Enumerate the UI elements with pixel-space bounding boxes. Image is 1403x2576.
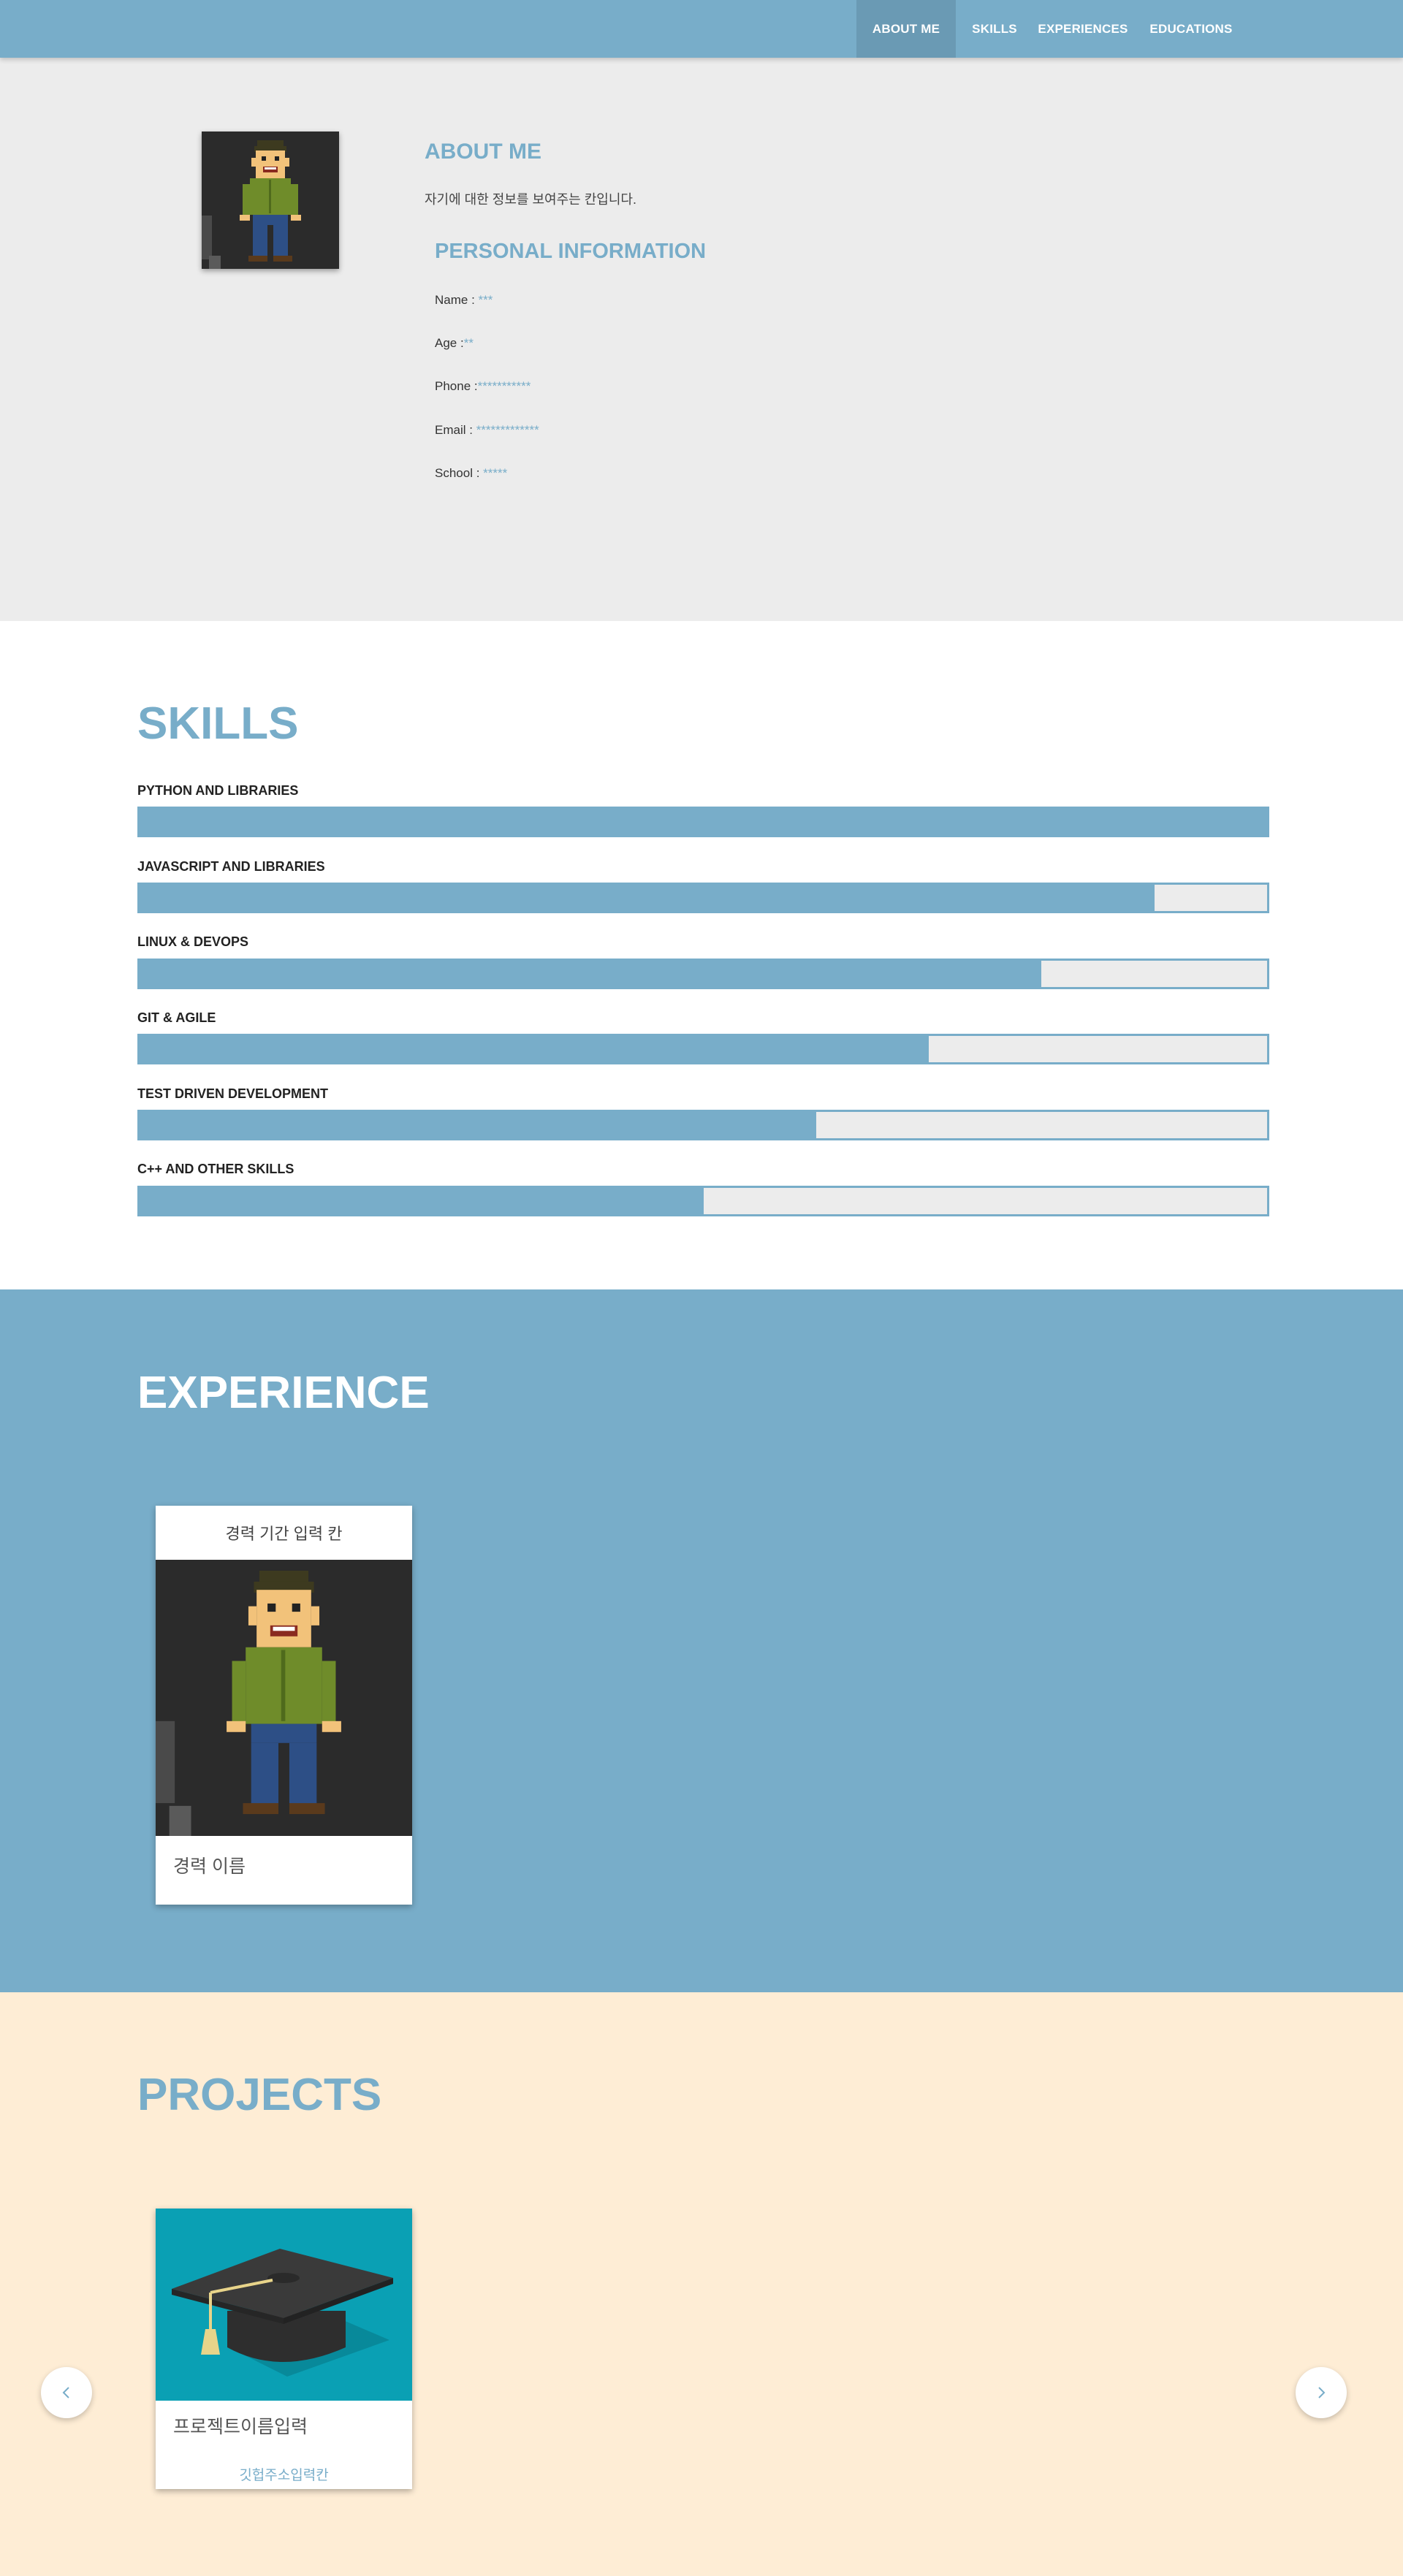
experience-card[interactable]: 경력 기간 입력 칸 경력 이름 xyxy=(156,1506,412,1905)
info-value: ***** xyxy=(483,466,508,480)
info-label: School : xyxy=(435,466,484,480)
experience-period: 경력 기간 입력 칸 xyxy=(225,1525,343,1543)
project-github-link[interactable]: 깃헙주소입력칸 xyxy=(156,2464,412,2484)
skill-progress-fill xyxy=(140,809,1267,835)
chevron-right-icon xyxy=(1318,2387,1326,2398)
skill-label: LINUX & DEVOPS xyxy=(137,934,249,949)
info-school: School : ***** xyxy=(435,466,507,481)
info-phone: Phone :*********** xyxy=(435,379,531,394)
skill-progress-bar xyxy=(137,1186,1269,1216)
experience-title: EXPERIENCE xyxy=(137,1368,430,1418)
skill-progress-bar xyxy=(137,883,1269,913)
about-title: ABOUT ME xyxy=(425,140,541,164)
skill-progress-bar xyxy=(137,959,1269,989)
skill-progress-bar xyxy=(137,1034,1269,1064)
nav-menu: ABOUT ME SKILLS EXPERIENCES EDUCATIONS xyxy=(856,0,1250,58)
skill-label: GIT & AGILE xyxy=(137,1010,216,1025)
project-card[interactable]: 프로젝트이름입력 깃헙주소입력칸 xyxy=(156,2209,412,2489)
experience-name: 경력 이름 xyxy=(173,1856,246,1877)
project-name: 프로젝트이름입력 xyxy=(173,2417,308,2437)
skill-progress-fill xyxy=(140,961,1042,987)
skill-label: TEST DRIVEN DEVELOPMENT xyxy=(137,1086,329,1101)
info-email: Email : ************* xyxy=(435,423,539,438)
profile-avatar xyxy=(202,132,339,269)
info-label: Email : xyxy=(435,423,476,437)
info-label: Age : xyxy=(435,336,464,350)
top-navbar: ABOUT ME SKILLS EXPERIENCES EDUCATIONS xyxy=(0,0,1403,58)
nav-item-about-me[interactable]: ABOUT ME xyxy=(856,0,956,58)
skills-title: SKILLS xyxy=(137,698,299,749)
info-label: Phone : xyxy=(435,379,478,393)
chevron-left-icon xyxy=(62,2387,69,2398)
skill-progress-fill xyxy=(140,1112,816,1138)
info-age: Age :** xyxy=(435,336,474,351)
carousel-next-button[interactable] xyxy=(1296,2367,1347,2418)
nav-item-experiences[interactable]: EXPERIENCES xyxy=(1033,0,1133,58)
skill-progress-bar xyxy=(137,1110,1269,1140)
info-name: Name : *** xyxy=(435,293,493,308)
experience-image xyxy=(156,1560,412,1836)
skill-progress-fill xyxy=(140,885,1155,911)
skills-section: SKILLS PYTHON AND LIBRARIES JAVASCRIPT A… xyxy=(0,621,1403,1289)
skill-label: JAVASCRIPT AND LIBRARIES xyxy=(137,859,325,874)
projects-title: PROJECTS xyxy=(137,2070,382,2120)
info-value: *********** xyxy=(477,379,531,393)
carousel-prev-button[interactable] xyxy=(41,2367,92,2418)
skill-progress-fill xyxy=(140,1036,929,1062)
experience-section: EXPERIENCE 경력 기간 입력 칸 경력 이름 xyxy=(0,1289,1403,1992)
about-section: ABOUT ME 자기에 대한 정보를 보여주는 칸입니다. PERSONAL … xyxy=(0,58,1403,621)
nav-item-skills[interactable]: SKILLS xyxy=(956,0,1033,58)
info-value: *** xyxy=(478,293,493,307)
personal-information-title: PERSONAL INFORMATION xyxy=(435,240,707,263)
pixel-character-image xyxy=(202,132,339,269)
info-value: ** xyxy=(463,336,474,350)
info-label: Name : xyxy=(435,293,479,307)
nav-item-educations[interactable]: EDUCATIONS xyxy=(1133,0,1250,58)
skill-label: PYTHON AND LIBRARIES xyxy=(137,783,299,798)
skill-progress-fill xyxy=(140,1188,704,1214)
about-description: 자기에 대한 정보를 보여주는 칸입니다. xyxy=(425,192,636,207)
info-value: ************* xyxy=(476,423,539,437)
graduation-cap-image xyxy=(156,2209,412,2401)
projects-section: PROJECTS 프로젝트이름입력 깃헙주소입력칸 xyxy=(0,1992,1403,2576)
skill-progress-bar xyxy=(137,807,1269,837)
skill-label: C++ AND OTHER SKILLS xyxy=(137,1162,294,1176)
